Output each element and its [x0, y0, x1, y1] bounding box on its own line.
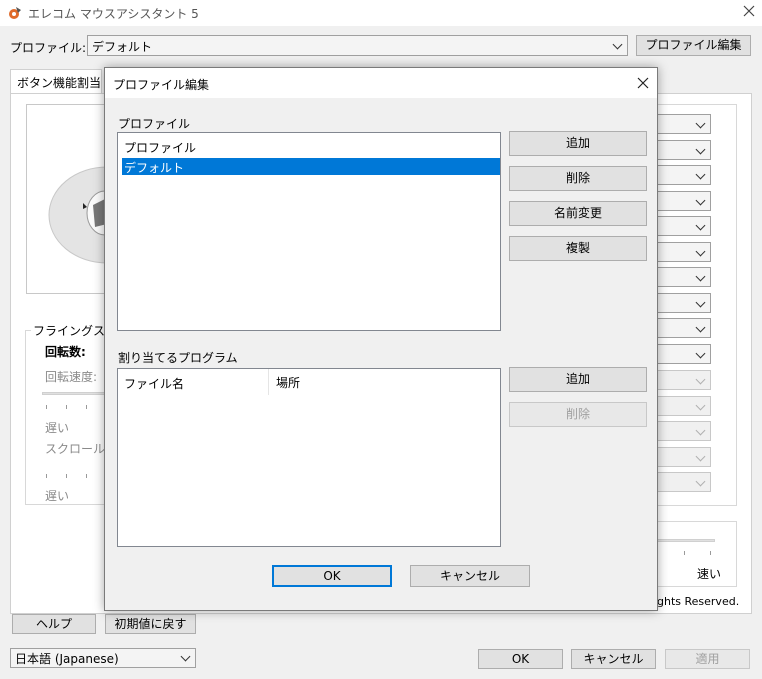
button-assign-select-3[interactable] [655, 165, 711, 185]
chevron-down-icon [180, 651, 191, 662]
add-program-button[interactable]: 追加 [509, 367, 647, 392]
profile-edit-dialog: プロファイル編集 プロファイル プロファイル デフォルト 追加 削除 名前変更 … [104, 67, 658, 611]
button-assign-select-15 [655, 472, 711, 492]
slider-tick [46, 474, 47, 478]
button-assign-select-14 [655, 447, 711, 467]
list-item[interactable]: プロファイル [119, 138, 499, 155]
button-assign-select-2[interactable] [655, 140, 711, 160]
profile-label: プロファイル: [10, 41, 87, 55]
list-item-label: プロファイル [124, 141, 197, 155]
button-assign-select-1[interactable] [655, 114, 711, 134]
chevron-down-icon [695, 144, 706, 155]
button-assign-select-9[interactable] [655, 318, 711, 338]
button-assign-select-6[interactable] [655, 242, 711, 262]
chevron-down-icon [695, 246, 706, 257]
app-icon [8, 5, 24, 21]
chevron-down-icon [695, 118, 706, 129]
program-group-label: 割り当てるプログラム [118, 351, 238, 365]
column-header-file[interactable]: ファイル名 [118, 369, 269, 395]
language-select-value: 日本語 (Japanese) [15, 652, 119, 666]
mouse-image [26, 104, 108, 294]
chevron-down-icon [695, 425, 706, 436]
slider-tick [66, 474, 67, 478]
slider-tick [86, 405, 87, 409]
delete-profile-button[interactable]: 削除 [509, 166, 647, 191]
dialog-ok-button[interactable]: OK [272, 565, 392, 587]
chevron-down-icon [695, 195, 706, 206]
speed-slider [655, 539, 715, 542]
column-header-label: ファイル名 [124, 377, 185, 391]
duplicate-profile-button[interactable]: 複製 [509, 236, 647, 261]
rotation-speed-slider [42, 392, 106, 395]
tab-button-assign[interactable]: ボタン機能割当 [10, 69, 102, 94]
slider-tick [710, 551, 711, 555]
chevron-down-icon [695, 348, 706, 359]
slider-tick [684, 551, 685, 555]
profile-listbox[interactable]: プロファイル デフォルト [117, 132, 501, 331]
button-assign-select-12 [655, 396, 711, 416]
program-listview[interactable]: ファイル名 場所 [117, 368, 501, 547]
slow-label-1: 遅い [45, 421, 70, 435]
list-item-selected[interactable]: デフォルト [122, 158, 500, 175]
chevron-down-icon [695, 271, 706, 282]
delete-program-button: 削除 [509, 402, 647, 427]
chevron-down-icon [695, 322, 706, 333]
language-select[interactable]: 日本語 (Japanese) [10, 648, 196, 668]
apply-button: 適用 [665, 649, 750, 669]
cancel-button[interactable]: キャンセル [571, 649, 656, 669]
column-header-location[interactable]: 場所 [270, 369, 500, 395]
chevron-down-icon [695, 220, 706, 231]
chevron-down-icon [695, 374, 706, 385]
button-assign-select-4[interactable] [655, 191, 711, 211]
add-profile-button[interactable]: 追加 [509, 131, 647, 156]
column-header-label: 場所 [276, 376, 301, 390]
help-button[interactable]: ヘルプ [12, 614, 96, 634]
reset-button[interactable]: 初期値に戻す [105, 614, 196, 634]
speed-group-box [655, 521, 737, 587]
slider-tick [86, 474, 87, 478]
rotation-speed-label: 回転速度: [45, 370, 98, 384]
chevron-down-icon [695, 169, 706, 180]
button-assign-select-7[interactable] [655, 267, 711, 287]
fast-label: 速い [697, 567, 722, 581]
title-bar: エレコム マウスアシスタント 5 [0, 0, 762, 26]
window-title: エレコム マウスアシスタント 5 [28, 7, 199, 21]
chevron-down-icon [695, 297, 706, 308]
chevron-down-icon [695, 400, 706, 411]
button-assign-select-5[interactable] [655, 216, 711, 236]
list-item-label: デフォルト [124, 161, 185, 175]
chevron-down-icon [695, 476, 706, 487]
button-assign-select-13 [655, 421, 711, 441]
copyright-text: ghts Reserved. [657, 595, 740, 608]
profile-select[interactable]: デフォルト [87, 35, 628, 56]
chevron-down-icon [695, 451, 706, 462]
rename-profile-button[interactable]: 名前変更 [509, 201, 647, 226]
button-assign-select-8[interactable] [655, 293, 711, 313]
button-assign-select-10[interactable] [655, 344, 711, 364]
rotation-label: 回転数: [45, 345, 86, 359]
chevron-down-icon [612, 39, 623, 50]
slider-tick [66, 405, 67, 409]
close-icon[interactable] [741, 3, 757, 19]
dialog-cancel-button[interactable]: キャンセル [410, 565, 530, 587]
profile-group-label: プロファイル [118, 117, 191, 131]
close-icon[interactable] [635, 75, 651, 91]
profile-select-value: デフォルト [92, 40, 153, 54]
dialog-title-bar: プロファイル編集 [105, 68, 657, 98]
ok-button[interactable]: OK [478, 649, 563, 669]
dialog-title: プロファイル編集 [113, 78, 210, 92]
profile-edit-button[interactable]: プロファイル編集 [636, 35, 751, 56]
slow-label-2: 遅い [45, 489, 70, 503]
button-assign-select-11 [655, 370, 711, 390]
slider-tick [46, 405, 47, 409]
tab-label: ボタン機能割当 [17, 76, 102, 90]
